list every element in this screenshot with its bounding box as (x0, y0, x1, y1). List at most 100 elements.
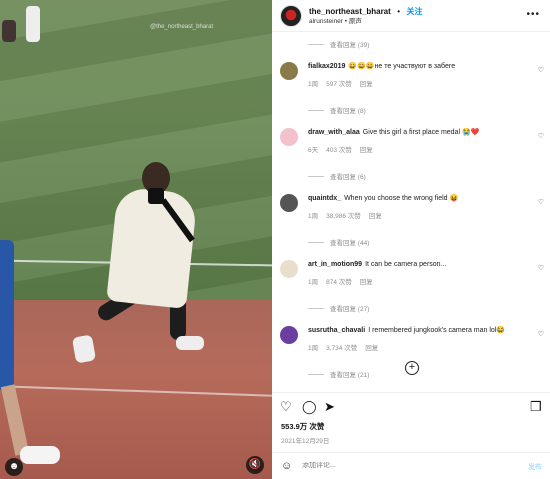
view-replies-button[interactable]: 查看回复 (6) (308, 170, 550, 182)
header-text: the_northeast_bharat • 关注 alrunsteiner •… (309, 5, 423, 27)
like-heart-icon[interactable]: ♡ (538, 264, 544, 272)
video-watermark: @the_northeast_bharat (150, 24, 214, 30)
bookmark-icon[interactable]: ❒ (530, 399, 542, 415)
load-more-comments-icon[interactable]: + (405, 361, 419, 375)
comment-likes[interactable]: 38,986 次赞 (326, 213, 361, 220)
avatar[interactable] (280, 4, 302, 27)
avatar[interactable] (280, 194, 298, 212)
add-comment-bar: ☺ 发布 (272, 452, 550, 479)
comment-item: susrutha_chavali I remembered jungkook's … (272, 326, 550, 366)
mute-icon[interactable]: 🔇 (246, 456, 264, 474)
emoji-icon[interactable]: ☺ (281, 460, 292, 472)
comment-meta: 1周 597 次赞 回复 (308, 78, 530, 88)
post-comment-button[interactable]: 发布 (528, 462, 542, 472)
comment-line: quaintdx_ When you choose the wrong field… (308, 194, 530, 204)
comment-likes[interactable]: 403 次赞 (326, 147, 352, 154)
reply-dash (308, 43, 324, 45)
comment-item: quaintdx_ When you choose the wrong field… (272, 194, 550, 234)
view-replies-button[interactable]: 查看回复 (44) (308, 236, 550, 248)
like-heart-icon[interactable]: ♡ (538, 132, 544, 140)
view-replies-button[interactable]: 查看回复 (39) (308, 38, 550, 50)
reply-dash (308, 175, 324, 177)
runner-coat (106, 186, 198, 309)
avatar[interactable] (280, 326, 298, 344)
avatar[interactable] (280, 128, 298, 146)
add-comment-input[interactable] (302, 462, 502, 469)
view-replies-button[interactable]: 查看回复 (27) (308, 302, 550, 314)
comment-likes[interactable]: 874 次赞 (326, 279, 352, 286)
reply-button[interactable]: 回复 (360, 147, 373, 154)
like-heart-icon[interactable]: ♡ (538, 66, 544, 74)
reply-button[interactable]: 回复 (360, 81, 373, 88)
comment-line: fialkax2019 😄😄😄не те участвуют в забеге (308, 62, 530, 72)
view-replies-label: 查看回复 (21) (330, 372, 370, 379)
comment-item: fialkax2019 😄😄😄не те участвуют в забеге 1… (272, 62, 550, 102)
reply-dash (308, 109, 324, 111)
reply-button[interactable]: 回复 (365, 345, 378, 352)
comment-meta: 1周 38,986 次赞 回复 (308, 210, 530, 220)
comment-username[interactable]: draw_with_alaa (308, 129, 360, 136)
more-options-icon[interactable]: ••• (526, 9, 540, 20)
comment-line: draw_with_alaa Give this girl a first pla… (308, 128, 530, 138)
username[interactable]: the_northeast_bharat (309, 7, 391, 16)
camera (148, 188, 164, 204)
audio-subtitle[interactable]: alrunsteiner • 原声 (309, 17, 423, 27)
separator-dot: • (397, 6, 401, 16)
comment-username[interactable]: quaintdx_ (308, 195, 341, 202)
reply-dash (308, 373, 324, 375)
comment-username[interactable]: susrutha_chavali (308, 327, 365, 334)
comment-username[interactable]: fialkax2019 (308, 63, 345, 70)
comment-text: When you choose the wrong field 😝 (344, 195, 459, 202)
action-bar: ♡ ◯ ➤ ❒ (272, 392, 550, 422)
comments-panel: the_northeast_bharat • 关注 alrunsteiner •… (272, 0, 550, 479)
follow-button[interactable]: 关注 (407, 7, 423, 16)
like-heart-icon[interactable]: ♡ (280, 399, 292, 415)
comment-line: art_in_motion99 It can be camera person..… (308, 260, 530, 270)
comments-list: 查看回复 (39) fialkax2019 😄😄😄не те участвуют … (272, 32, 550, 392)
comment-time[interactable]: 6天 (308, 147, 318, 154)
like-heart-icon[interactable]: ♡ (538, 330, 544, 338)
comment-time[interactable]: 1周 (308, 345, 318, 352)
bystander (26, 6, 40, 42)
user-icon[interactable]: ☻ (5, 458, 23, 476)
comment-text: Give this girl a first place medal 😭❤️ (362, 129, 480, 136)
comment-text: 😄😄😄не те участвуют в забеге (348, 63, 456, 70)
comment-time[interactable]: 1周 (308, 279, 318, 286)
comment-username[interactable]: art_in_motion99 (308, 261, 362, 268)
view-replies-label: 查看回复 (6) (330, 174, 366, 181)
share-send-icon[interactable]: ➤ (324, 399, 335, 415)
avatar[interactable] (280, 260, 298, 278)
comment-time[interactable]: 1周 (308, 213, 318, 220)
comment-time[interactable]: 1周 (308, 81, 318, 88)
comment-item: art_in_motion99 It can be camera person..… (272, 260, 550, 300)
other-runner (0, 240, 14, 390)
reply-button[interactable]: 回复 (360, 279, 373, 286)
view-replies-label: 查看回复 (8) (330, 108, 366, 115)
reply-dash (308, 241, 324, 243)
avatar[interactable] (280, 62, 298, 80)
comment-likes[interactable]: 3,734 次赞 (326, 345, 357, 352)
like-heart-icon[interactable]: ♡ (538, 198, 544, 206)
reply-button[interactable]: 回复 (369, 213, 382, 220)
other-runner-shoe (20, 446, 60, 464)
view-replies-button[interactable]: 查看回复 (21) (308, 368, 550, 380)
comment-bubble-icon[interactable]: ◯ (302, 399, 317, 415)
view-replies-button[interactable]: 查看回复 (8) (308, 104, 550, 116)
runner-shoe (176, 336, 204, 350)
post-likes-count[interactable]: 553.9万 次赞 (281, 421, 324, 432)
post-header: the_northeast_bharat • 关注 alrunsteiner •… (272, 0, 550, 32)
bystander (2, 20, 16, 42)
runner-shoe (71, 334, 97, 364)
view-replies-label: 查看回复 (39) (330, 42, 370, 49)
view-replies-label: 查看回复 (44) (330, 240, 370, 247)
comment-meta: 6天 403 次赞 回复 (308, 144, 530, 154)
view-replies-label: 查看回复 (27) (330, 306, 370, 313)
comment-text: It can be camera person... (365, 261, 447, 268)
comment-meta: 1周 874 次赞 回复 (308, 276, 530, 286)
video-player[interactable]: @the_northeast_bharat ☻ 🔇 (0, 0, 272, 479)
instagram-post-modal: @the_northeast_bharat ☻ 🔇 the_northeast_… (0, 0, 550, 479)
post-date[interactable]: 2021年12月29日 (281, 435, 329, 445)
comment-text: I remembered jungkook's camera man lol😂 (368, 327, 506, 334)
comment-likes[interactable]: 597 次赞 (326, 81, 352, 88)
comment-meta: 1周 3,734 次赞 回复 (308, 342, 530, 352)
